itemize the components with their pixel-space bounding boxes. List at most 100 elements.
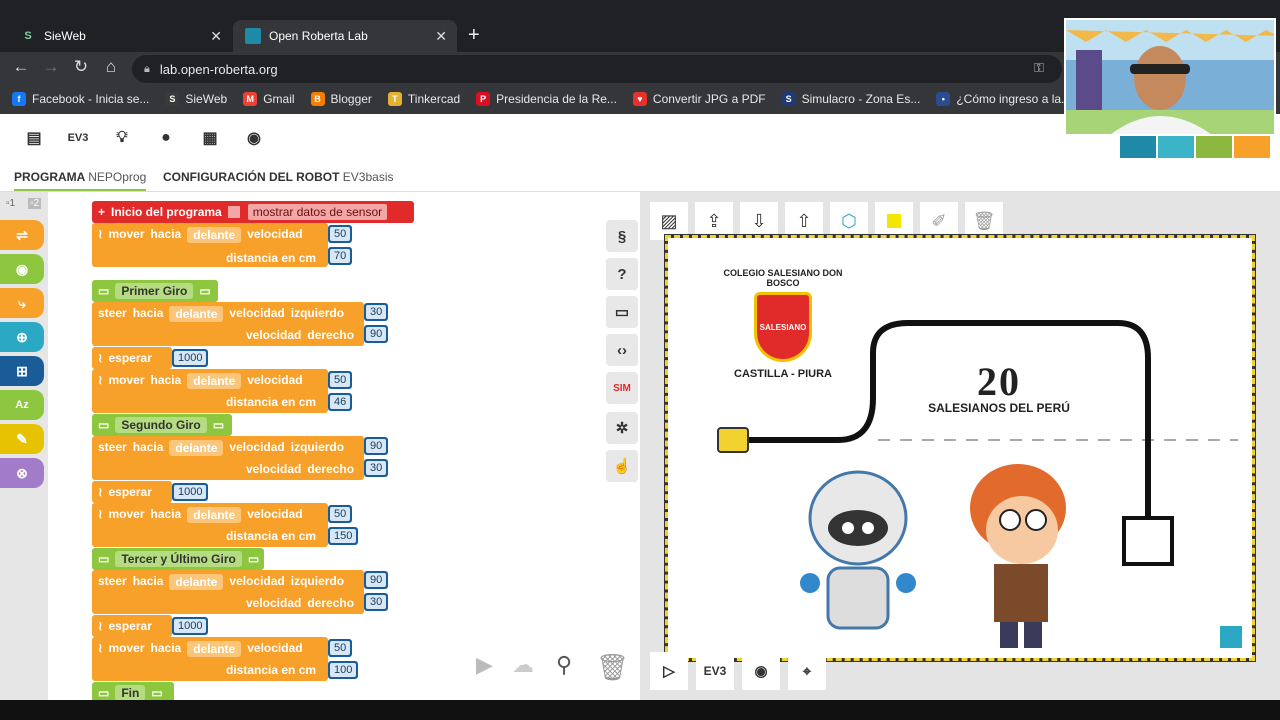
speed-value[interactable]: 50 <box>328 639 353 657</box>
back-icon[interactable]: ← <box>10 57 32 77</box>
comment-block-2[interactable]: ▭ Segundo Giro ▭ <box>92 414 232 436</box>
wait-block-1[interactable]: ≀ esperar <box>92 347 172 369</box>
bookmark-item[interactable]: B Blogger <box>310 92 372 106</box>
theme-square-3[interactable] <box>1196 136 1232 158</box>
wait-value[interactable]: 1000 <box>172 617 209 635</box>
bookmark-item[interactable]: M Gmail <box>243 92 295 106</box>
robot-character-icon <box>800 470 916 630</box>
theme-square-4[interactable] <box>1234 136 1270 158</box>
robot-icon[interactable] <box>717 427 749 453</box>
home-icon[interactable]: ⌂ <box>100 57 122 77</box>
feedback-icon[interactable]: ☝ <box>606 450 638 482</box>
blockly-workspace[interactable]: ▫1 ▫2 ⇌ ◉ ⤷ ⊕ ⊞ Az ✎ ⊗ + Inicio del prog… <box>0 192 638 704</box>
direction-dropdown[interactable]: delante <box>187 641 242 657</box>
page-selector-2[interactable]: ▫2 <box>28 198 42 209</box>
category-logic-icon[interactable]: ⊕ <box>0 322 44 352</box>
robot-ev3-icon[interactable]: EV3 <box>66 126 90 150</box>
comment-text[interactable]: Segundo Giro <box>115 417 207 433</box>
tab-sieweb[interactable]: S SieWeb ✕ <box>8 20 232 52</box>
direction-dropdown[interactable]: delante <box>169 440 224 456</box>
bookmark-item[interactable]: T Tinkercad <box>387 92 460 106</box>
sim-sensor-icon[interactable]: ◉ <box>742 652 780 690</box>
direction-dropdown[interactable]: delante <box>187 373 242 389</box>
wait-block-3[interactable]: ≀ esperar <box>92 615 172 637</box>
bookmark-item[interactable]: S Simulacro - Zona Es... <box>781 92 920 106</box>
speed-value[interactable]: 50 <box>328 225 353 243</box>
left-speed-value[interactable]: 90 <box>364 571 389 589</box>
comment-block-1[interactable]: ▭ Primer Giro ▭ <box>92 280 218 302</box>
right-speed-value[interactable]: 30 <box>364 593 389 611</box>
user-icon[interactable]: ● <box>154 126 178 150</box>
new-tab-icon[interactable]: + <box>468 24 480 47</box>
url-input[interactable]: 🔒︎ lab.open-roberta.org <box>132 55 1062 83</box>
bookmark-item[interactable]: P Presidencia de la Re... <box>476 92 617 106</box>
right-speed-number: 90 <box>366 327 387 341</box>
start-program-block[interactable]: + Inicio del programa mostrar datos de s… <box>92 201 414 223</box>
forward-icon[interactable]: → <box>40 57 62 77</box>
comment-text[interactable]: Tercer y Último Giro <box>115 551 242 567</box>
category-colour-icon[interactable]: ✎ <box>0 424 44 454</box>
category-action-icon[interactable]: ⇌ <box>0 220 44 250</box>
zoom-search-icon[interactable]: ⚲ <box>556 652 572 678</box>
distance-value[interactable]: 150 <box>328 527 359 545</box>
upload-cloud-icon[interactable]: ☁ <box>512 652 534 678</box>
theme-square-1[interactable] <box>1120 136 1156 158</box>
bookmark-item[interactable]: ♥ Convertir JPG a PDF <box>632 92 766 106</box>
category-math-icon[interactable]: ⊞ <box>0 356 44 386</box>
bookmark-item[interactable]: • ¿Cómo ingreso a la... <box>936 92 1071 106</box>
distance-value[interactable]: 46 <box>328 393 353 411</box>
bookmark-item[interactable]: S SieWeb <box>165 92 227 106</box>
sim-play-icon[interactable]: ▷ <box>650 652 688 690</box>
right-speed-value[interactable]: 30 <box>364 459 389 477</box>
key-icon[interactable]: ⚿ <box>1034 60 1044 76</box>
right-speed-value[interactable]: 90 <box>364 325 389 343</box>
debug-bug-icon[interactable]: ✲ <box>606 412 638 444</box>
category-text-icon[interactable]: Az <box>0 390 44 420</box>
close-tab-icon[interactable]: ✕ <box>210 28 222 45</box>
program-menu-icon[interactable]: ▤ <box>22 126 46 150</box>
reload-icon[interactable]: ↻ <box>70 57 92 77</box>
direction-dropdown[interactable]: delante <box>187 507 242 523</box>
direction-dropdown[interactable]: delante <box>169 306 224 322</box>
speed-value[interactable]: 50 <box>328 371 353 389</box>
language-globe-icon[interactable]: ◉ <box>242 126 266 150</box>
wait-block-2[interactable]: ≀ esperar <box>92 481 172 503</box>
speed-value[interactable]: 50 <box>328 505 353 523</box>
run-play-icon[interactable]: ▶ <box>476 652 493 678</box>
tab-program[interactable]: PROGRAMA NEPOprog <box>14 170 147 191</box>
sensor-checkbox[interactable] <box>227 206 240 218</box>
page-selector-1[interactable]: ▫1 <box>6 198 15 209</box>
category-control-icon[interactable]: ⤷ <box>0 288 44 318</box>
category-sensors-icon[interactable]: ◉ <box>0 254 44 284</box>
wait-value[interactable]: 1000 <box>172 483 209 501</box>
direction-dropdown[interactable]: delante <box>169 574 224 590</box>
comment-block-3[interactable]: ▭ Tercer y Último Giro ▭ <box>92 548 264 570</box>
comment-text[interactable]: Fin <box>115 685 146 701</box>
help-icon[interactable]: ? <box>606 258 638 290</box>
close-tab-icon[interactable]: ✕ <box>435 28 447 45</box>
wait-value[interactable]: 1000 <box>172 349 209 367</box>
trash-icon[interactable]: 🗑︎ <box>596 652 629 683</box>
help-bulb-icon[interactable]: 💡︎ <box>110 126 134 150</box>
category-variables-icon[interactable]: ⊗ <box>0 458 44 488</box>
distance-label: distancia en cm <box>226 395 317 409</box>
left-speed-value[interactable]: 30 <box>364 303 389 321</box>
theme-square-2[interactable] <box>1158 136 1194 158</box>
sim-robot-ev3-button[interactable]: EV3 <box>696 652 734 690</box>
distance-value[interactable]: 100 <box>328 661 359 679</box>
sim-button[interactable]: SIM <box>606 372 638 404</box>
comment-text[interactable]: Primer Giro <box>115 283 194 299</box>
source-code-icon[interactable]: ‹› <box>606 334 638 366</box>
simulation-field[interactable]: COLEGIO SALESIANO DON BOSCO SALESIANO CA… <box>664 234 1256 662</box>
distance-value[interactable]: 70 <box>328 247 353 265</box>
code-export-icon[interactable]: § <box>606 220 638 252</box>
comment-tool-icon[interactable]: ▭ <box>606 296 638 328</box>
bookmark-item[interactable]: f Facebook - Inicia se... <box>12 92 149 106</box>
left-speed-value[interactable]: 90 <box>364 437 389 455</box>
direction-dropdown[interactable]: delante <box>187 227 242 243</box>
sim-location-pin-icon[interactable]: ⌖ <box>788 652 826 690</box>
tab-open-roberta[interactable]: Open Roberta Lab ✕ <box>233 20 457 52</box>
tab-robot-config[interactable]: CONFIGURACIÓN DEL ROBOT EV3basis <box>163 170 394 184</box>
toolbox: ▫1 ▫2 ⇌ ◉ ⤷ ⊕ ⊞ Az ✎ ⊗ <box>0 192 48 700</box>
gallery-grid-icon[interactable]: ▦ <box>198 126 222 150</box>
